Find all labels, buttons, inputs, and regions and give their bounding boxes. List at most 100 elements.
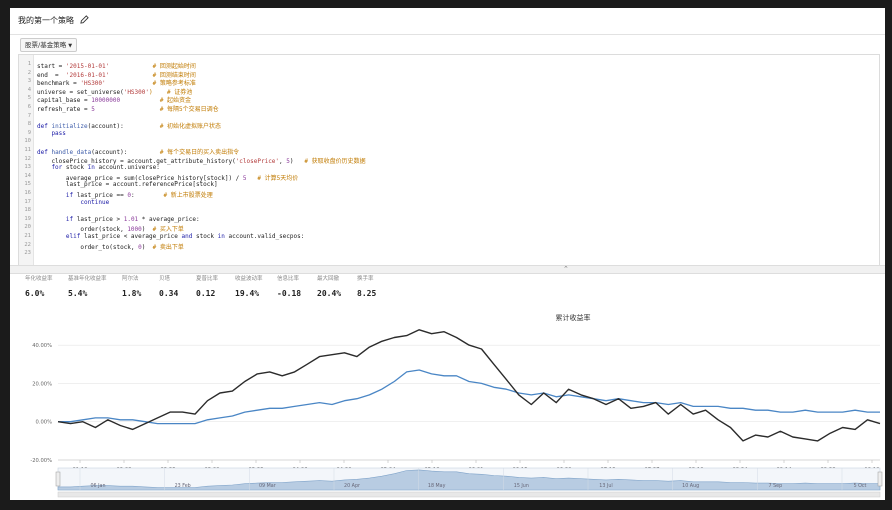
- navigator-label: 20 Apr: [344, 483, 360, 489]
- y-tick-label: -20.00%: [30, 458, 52, 464]
- metric-value: 8.25: [357, 289, 377, 298]
- code-token: account.universe:: [98, 164, 160, 172]
- code-line: continue: [37, 199, 109, 206]
- code-line: elif last_price < average_price and stoc…: [37, 233, 304, 240]
- metric-value: 1.8%: [122, 289, 142, 298]
- line-number: 9: [27, 129, 31, 136]
- metric: 夏普比率 0.12: [196, 274, 218, 298]
- line-number: 12: [24, 155, 31, 162]
- code-token: 1.01: [123, 215, 139, 223]
- code-editor[interactable]: 1 2 3 4 5 6 7 8 9 10 11 12 13 14 15 16 17 18 19 20 21 22 23 st…: [18, 54, 880, 266]
- code-token: ): [141, 243, 153, 251]
- code-line: for stock in account.universe:: [37, 164, 160, 172]
- performance-metrics: 年化收益率 6.0% 基准年化收益率 5.4% 阿尔法 1.8% 贝塔 0.34 夏普比率 0.1…: [10, 274, 885, 300]
- navigator-label: 7 Sep: [769, 483, 783, 489]
- line-number: 22: [24, 241, 31, 248]
- code-token: # 卖出下单: [152, 243, 184, 251]
- metric-value: 19.4%: [235, 289, 260, 298]
- code-token: last_price >: [76, 215, 124, 223]
- code-token: # 新上市股票处理: [163, 192, 213, 199]
- series-line-2: [58, 369, 880, 425]
- navigator-handle-right: [877, 471, 883, 487]
- code-token: order_to(stock,: [37, 243, 139, 251]
- metric: 阿尔法 1.8%: [122, 274, 141, 298]
- line-number: 6: [27, 104, 31, 110]
- metric-value: -0.18: [277, 289, 302, 298]
- metric: 信息比率 -0.18: [277, 274, 301, 298]
- edit-icon[interactable]: [79, 15, 89, 24]
- code-token: in: [87, 164, 99, 172]
- line-number: 11: [24, 147, 31, 153]
- navigator-label: 5 Oct: [854, 483, 867, 489]
- code-line: if last_price > 1.01 * average_price:: [37, 216, 200, 223]
- metric: 基准年化收益率 5.4%: [68, 274, 107, 298]
- line-number: 23: [24, 250, 31, 257]
- y-tick-label: 20.00%: [32, 381, 52, 387]
- metric-value: 5.4%: [68, 289, 88, 298]
- metric: 年化收益率 6.0%: [25, 274, 53, 298]
- title-bar: 我的第一个策略: [10, 8, 885, 35]
- code-token: :: [130, 192, 164, 199]
- code-token: (account):: [87, 123, 124, 131]
- panel-splitter[interactable]: ⌃: [10, 265, 885, 274]
- strategy-title: 我的第一个策略: [18, 15, 89, 26]
- code-token: ): [289, 157, 305, 165]
- line-number: 5: [27, 95, 31, 102]
- line-number: 17: [24, 198, 31, 205]
- line-number-gutter: 1 2 3 4 5 6 7 8 9 10 11 12 13 14 15 16 17 18 19 20 21 22 23: [19, 55, 34, 265]
- chart-svg: 累计收益率40.00%20.00%0.00%-20.00%01-1902-020…: [30, 313, 883, 498]
- metric: 换手率 8.25: [357, 274, 376, 298]
- metric-label: 阿尔法: [122, 276, 139, 282]
- code-line: order_to(stock, 0) # 卖出下单: [37, 242, 184, 251]
- navigator-label: 23 Feb: [175, 483, 191, 489]
- chevron-down-icon: ▼: [68, 43, 73, 49]
- code-line: pass: [37, 129, 66, 137]
- code-token: # 每隔5个交易日调仓: [94, 106, 219, 113]
- metric-value: 0.12: [196, 289, 216, 298]
- metric: 最大回撤 20.4%: [317, 274, 341, 298]
- line-number: 14: [24, 172, 31, 179]
- strategy-mode-dropdown[interactable]: 股票/基金策略 ▼: [20, 38, 78, 52]
- code-token: * average_price:: [138, 215, 200, 223]
- code-token: last_price < average_price: [83, 233, 182, 240]
- metric-value: 6.0%: [25, 289, 45, 298]
- line-number: 4: [27, 86, 31, 93]
- code-token: for: [37, 164, 66, 172]
- line-number: 21: [24, 233, 31, 239]
- metric: 贝塔 0.34: [159, 274, 178, 298]
- strategy-title-text: 我的第一个策略: [18, 16, 74, 25]
- code-token: # 初始化虚拟账户状态: [123, 123, 222, 131]
- code-token: # 获取收盘价历史数据: [304, 157, 366, 165]
- line-number: 15: [24, 181, 31, 188]
- code-token: and: [181, 233, 196, 240]
- navigator-scrollbar: [57, 491, 881, 498]
- line-number: 20: [24, 224, 31, 231]
- line-number: 1: [27, 61, 31, 67]
- y-tick-label: 0.00%: [36, 420, 53, 426]
- chevron-up-icon[interactable]: ⌃: [563, 265, 569, 273]
- line-number: 18: [24, 207, 31, 214]
- metric-value: 20.4%: [317, 289, 342, 298]
- code-token: last_price = account.referencePrice[stoc…: [37, 181, 218, 189]
- navigator-label: 15 Jun: [514, 483, 529, 489]
- metric: 收益波动率 19.4%: [235, 274, 263, 298]
- line-number: 7: [27, 112, 31, 119]
- strategy-mode-label: 股票/基金策略: [25, 41, 67, 49]
- metric-label: 信息比率: [277, 276, 300, 282]
- code-line: refresh_rate = 5 # 每隔5个交易日调仓: [37, 104, 219, 113]
- code-token: account.valid_secpos:: [228, 233, 305, 240]
- line-number: 16: [24, 190, 31, 196]
- chart-title: 累计收益率: [556, 313, 591, 322]
- navigator-label: 09 Mar: [259, 483, 276, 489]
- code-token: pass: [37, 129, 66, 137]
- line-number: 8: [27, 121, 31, 128]
- metric-label: 最大回撤: [317, 276, 340, 282]
- line-number: 2: [27, 69, 31, 76]
- cumulative-return-chart: 累计收益率40.00%20.00%0.00%-20.00%01-1902-020…: [10, 308, 885, 500]
- navigator-label: 10 Aug: [682, 483, 699, 489]
- navigator-label: 06 Jan: [90, 483, 105, 489]
- line-number: 19: [24, 215, 31, 222]
- code-token: # 计算5天均价: [246, 174, 299, 182]
- code-token: stock: [65, 164, 88, 172]
- metric-value: 0.34: [159, 289, 179, 298]
